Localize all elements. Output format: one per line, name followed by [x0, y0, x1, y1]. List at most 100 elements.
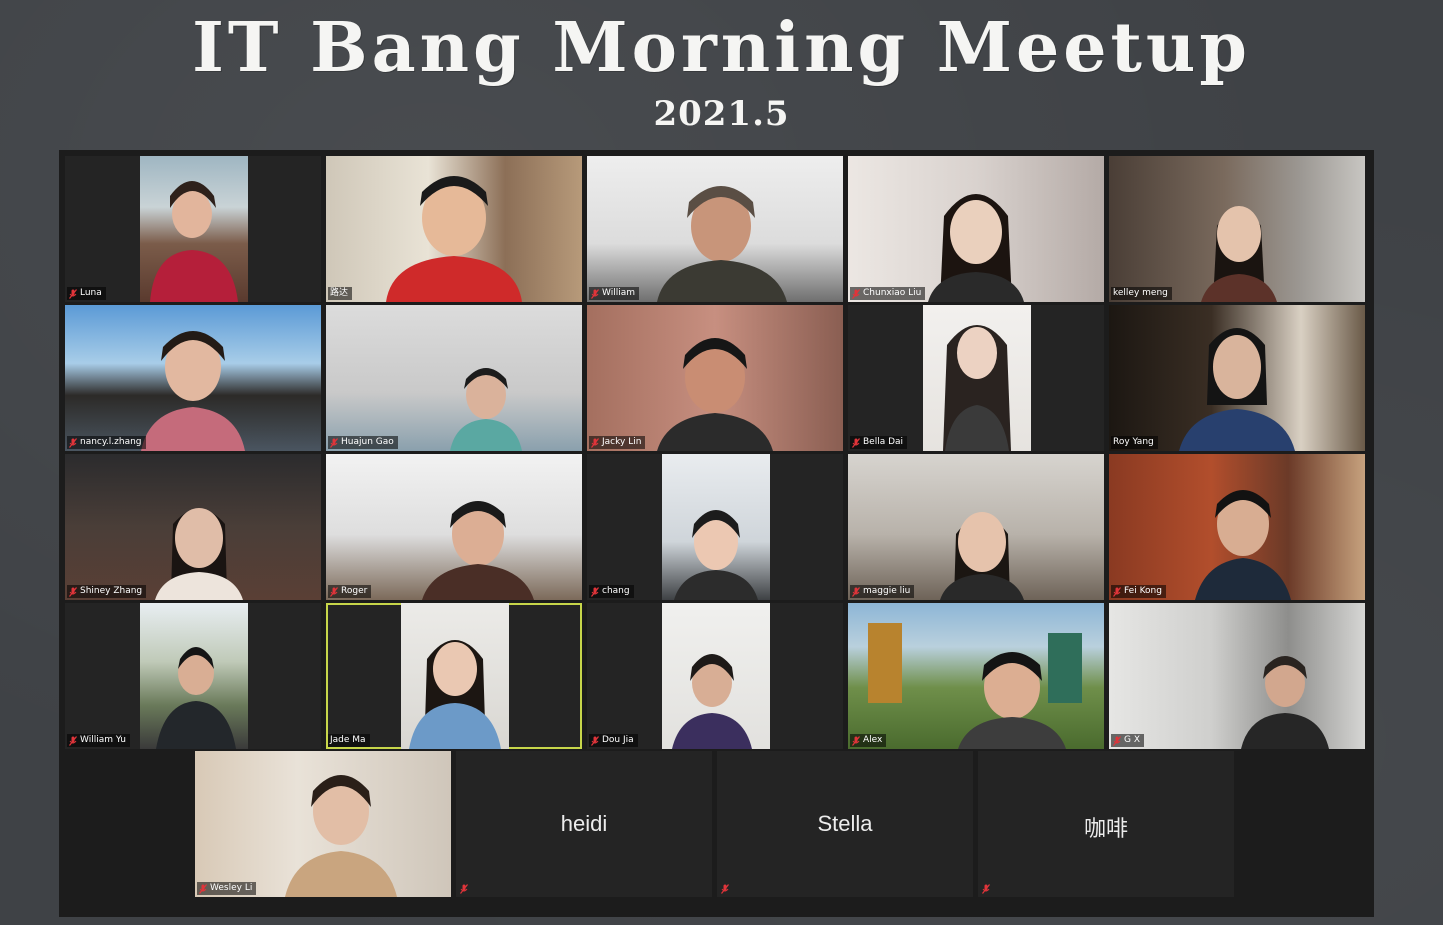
participant-name: Jacky Lin	[602, 437, 642, 447]
mic-muted-icon	[69, 586, 77, 597]
name-tag: William	[589, 287, 639, 300]
participant-name: chang	[602, 586, 630, 596]
participant-name: 咖啡	[1083, 816, 1128, 841]
participant-name: Alex	[863, 735, 883, 745]
participant-silhouette	[141, 331, 245, 451]
video-tile[interactable]: maggie liu	[848, 454, 1104, 600]
video-feed	[65, 454, 321, 600]
video-feed	[65, 305, 321, 451]
video-tile[interactable]: Huajun Gao	[326, 305, 582, 451]
participant-silhouette	[943, 325, 1011, 451]
participant-name: Chunxiao Liu	[863, 288, 922, 298]
participant-silhouette	[674, 510, 758, 600]
mic-muted-icon	[460, 884, 468, 894]
video-feed	[195, 751, 451, 897]
participant-silhouette	[1179, 328, 1295, 451]
video-feed	[326, 454, 582, 600]
mic-muted-icon	[330, 437, 338, 448]
name-tag: 路达	[328, 287, 353, 300]
video-tile[interactable]: Fei Kong	[1109, 454, 1365, 600]
video-feed	[326, 156, 582, 302]
video-feed	[848, 603, 1104, 749]
name-tag: Jade Ma	[328, 734, 370, 747]
mic-muted-icon	[199, 883, 207, 894]
video-tile[interactable]: Roger	[326, 454, 582, 600]
mic-muted-icon	[852, 735, 860, 746]
participant-silhouette	[285, 775, 397, 897]
mic-muted-icon	[591, 437, 599, 448]
participant-silhouette	[150, 181, 238, 302]
video-tile[interactable]: Luna	[65, 156, 321, 302]
video-feed	[848, 454, 1104, 600]
video-feed	[1109, 305, 1365, 451]
video-tile[interactable]: Dou Jia	[587, 603, 843, 749]
video-tile-camera-off[interactable]: heidi	[456, 751, 712, 897]
participant-silhouette	[657, 186, 787, 302]
name-tag: Alex	[850, 734, 887, 747]
participant-name: Dou Jia	[602, 735, 634, 745]
name-tag: Bella Dai	[850, 436, 908, 449]
video-tile[interactable]: Jacky Lin	[587, 305, 843, 451]
participant-silhouette	[1241, 656, 1329, 749]
mic-muted-icon	[852, 586, 860, 597]
video-feed	[140, 603, 248, 749]
participant-silhouette	[1201, 206, 1277, 302]
video-feed	[587, 305, 843, 451]
video-tile[interactable]: Wesley Li	[195, 751, 451, 897]
participant-name: Jade Ma	[330, 735, 366, 745]
video-tile[interactable]: 路达	[326, 156, 582, 302]
participant-name: maggie liu	[863, 586, 911, 596]
video-tile[interactable]: nancy.l.zhang	[65, 305, 321, 451]
video-tile-camera-off[interactable]: Stella	[717, 751, 973, 897]
video-tile[interactable]: chang	[587, 454, 843, 600]
video-tile[interactable]: William Yu	[65, 603, 321, 749]
participant-name: Stella	[817, 811, 873, 836]
participant-silhouette	[1195, 490, 1291, 600]
participant-name: 路达	[330, 288, 349, 298]
name-tag: Shiney Zhang	[67, 585, 147, 598]
mic-muted-icon	[1113, 586, 1121, 597]
video-feed	[1109, 454, 1365, 600]
video-tile[interactable]: William	[587, 156, 843, 302]
video-tile-active-speaker[interactable]: Jade Ma	[326, 603, 582, 749]
video-tile[interactable]: Alex	[848, 603, 1104, 749]
video-tile[interactable]: kelley meng	[1109, 156, 1365, 302]
video-tile-camera-off[interactable]: 咖啡	[978, 751, 1234, 897]
mic-muted-icon	[591, 288, 599, 299]
participant-silhouette	[409, 640, 501, 749]
mic-muted-icon	[721, 884, 729, 894]
video-feed	[1109, 156, 1365, 302]
video-tile[interactable]: Bella Dai	[848, 305, 1104, 451]
participant-name: heidi	[560, 811, 608, 836]
participant-name: Roger	[341, 586, 368, 596]
participant-name: G X	[1124, 735, 1141, 745]
mic-muted-icon	[591, 586, 599, 597]
video-tile[interactable]: G X	[1109, 603, 1365, 749]
video-feed	[1109, 603, 1365, 749]
participant-silhouette	[422, 501, 534, 600]
video-feed	[140, 156, 248, 302]
participant-silhouette	[450, 368, 522, 451]
participant-silhouette	[928, 194, 1024, 302]
video-feed	[662, 454, 770, 600]
video-feed	[587, 156, 843, 302]
name-tag: Fei Kong	[1111, 585, 1166, 598]
participant-name: Roy Yang	[1113, 437, 1154, 447]
banner-title: IT Bang Morning Meetup	[192, 8, 1251, 88]
video-feed	[401, 603, 509, 749]
zoom-gallery-view: Luna 路达 William Chunxiao Liu kelley meng…	[59, 150, 1374, 917]
name-tag: Jacky Lin	[589, 436, 646, 449]
participant-silhouette	[868, 623, 1082, 749]
mic-muted-icon	[982, 884, 990, 894]
mic-muted-icon	[852, 288, 860, 299]
name-tag: chang	[589, 585, 634, 598]
mic-muted-icon	[852, 437, 860, 448]
name-tag: Dou Jia	[589, 734, 638, 747]
participant-name: William	[602, 288, 635, 298]
video-tile[interactable]: Roy Yang	[1109, 305, 1365, 451]
participant-silhouette	[672, 654, 752, 749]
mic-muted-icon	[591, 735, 599, 746]
video-tile[interactable]: Shiney Zhang	[65, 454, 321, 600]
video-tile[interactable]: Chunxiao Liu	[848, 156, 1104, 302]
mic-muted-icon	[330, 586, 338, 597]
